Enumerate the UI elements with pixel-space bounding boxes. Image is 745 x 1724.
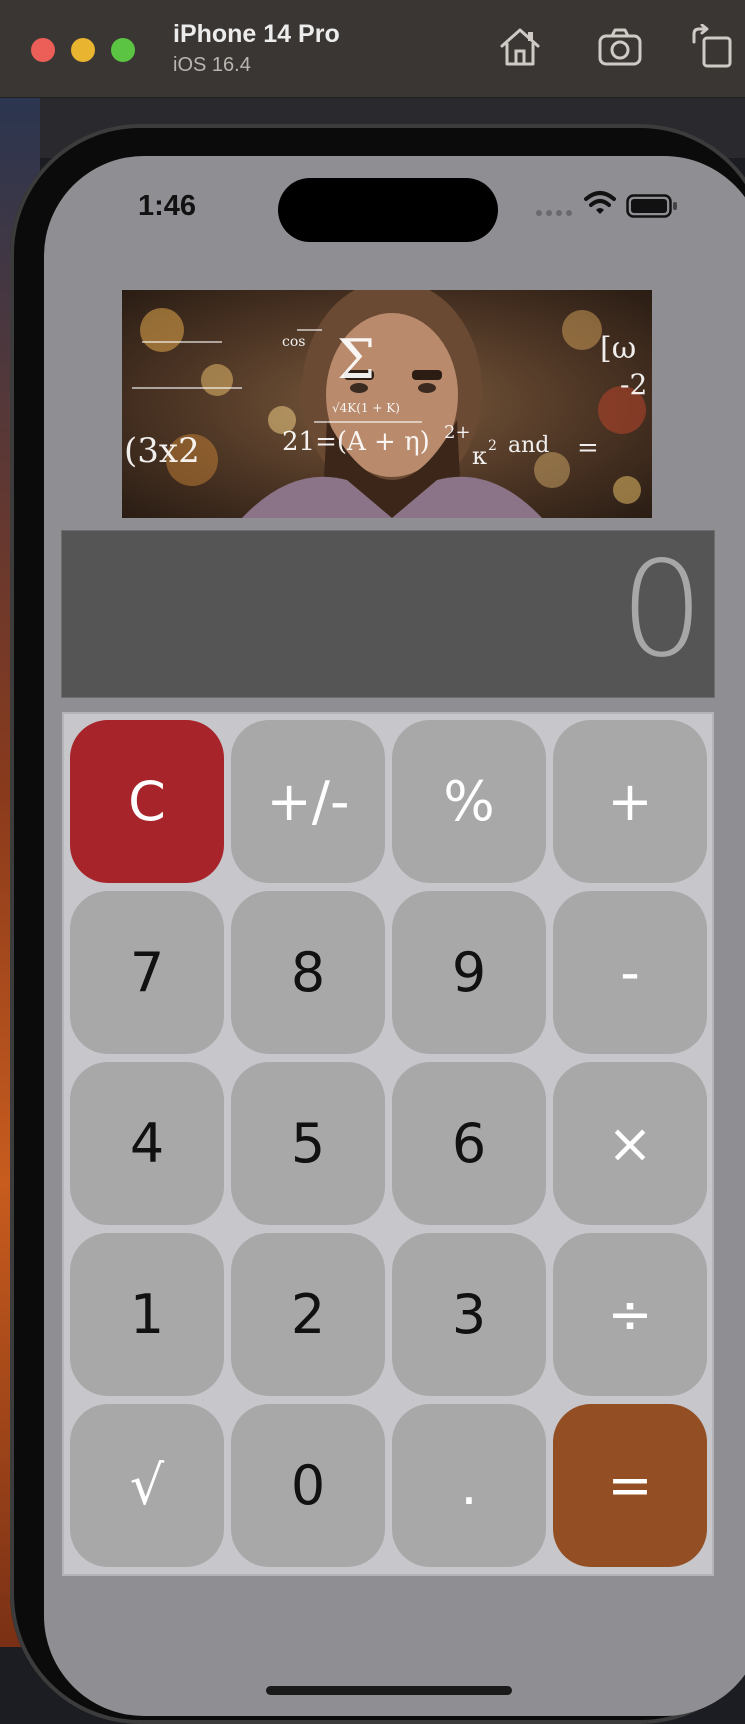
simulator-title-bar: iPhone 14 Pro iOS 16.4 <box>0 0 745 98</box>
digit-6-button[interactable]: 6 <box>392 1062 546 1225</box>
phone-screen: 1:46 Σ cos (3x2 21=(A + η) 2+ κ 2 and = … <box>44 156 745 1716</box>
screenshot-camera-icon <box>598 28 642 66</box>
minimize-window-button[interactable] <box>71 38 95 62</box>
sign-toggle-button[interactable]: +/- <box>231 720 385 883</box>
digit-8-button[interactable]: 8 <box>231 891 385 1054</box>
calculator-display: 0 <box>62 531 714 697</box>
formula-main: 21=(A + η) <box>282 427 430 457</box>
math-meme-image: Σ cos (3x2 21=(A + η) 2+ κ 2 and = [ω -2… <box>122 290 652 518</box>
equals-button[interactable]: = <box>553 1404 707 1567</box>
formula-kappa-exp: 2 <box>488 438 497 454</box>
formula-3x2: (3x2 <box>124 431 200 471</box>
status-time: 1:46 <box>138 190 197 222</box>
digit-2-button[interactable]: 2 <box>231 1233 385 1396</box>
zoom-window-button[interactable] <box>111 38 135 62</box>
header-image: Σ cos (3x2 21=(A + η) 2+ κ 2 and = [ω -2… <box>122 290 652 518</box>
percent-button[interactable]: % <box>392 720 546 883</box>
decimal-button[interactable]: . <box>392 1404 546 1567</box>
formula-kappa: κ <box>472 442 487 470</box>
home-icon <box>500 28 540 66</box>
formula-sigma: Σ <box>337 328 375 391</box>
subtract-button[interactable]: - <box>553 891 707 1054</box>
digit-1-button[interactable]: 1 <box>70 1233 224 1396</box>
rotate-button[interactable] <box>690 24 736 70</box>
dynamic-island <box>278 178 498 242</box>
clear-button[interactable]: C <box>70 720 224 883</box>
formula-exponent: 2+ <box>444 422 471 443</box>
square-root-button[interactable]: √ <box>70 1404 224 1567</box>
home-button[interactable] <box>497 24 543 70</box>
close-window-button[interactable] <box>31 38 55 62</box>
formula-root: √4K(1 + K) <box>332 401 400 415</box>
rotate-icon <box>692 24 732 68</box>
digit-0-button[interactable]: 0 <box>231 1404 385 1567</box>
digit-3-button[interactable]: 3 <box>392 1233 546 1396</box>
screenshot-button[interactable] <box>597 24 643 70</box>
formula-omega: [ω <box>600 331 636 366</box>
digit-4-button[interactable]: 4 <box>70 1062 224 1225</box>
formula-minus-two: -2 <box>620 368 647 401</box>
multiply-button[interactable]: × <box>553 1062 707 1225</box>
add-button[interactable]: + <box>553 720 707 883</box>
formula-cos: cos <box>282 334 305 350</box>
battery-icon <box>626 194 677 218</box>
os-version: iOS 16.4 <box>173 54 251 76</box>
display-value: 0 <box>620 533 704 687</box>
home-indicator[interactable] <box>266 1686 512 1695</box>
wifi-icon <box>584 191 616 214</box>
digit-7-button[interactable]: 7 <box>70 891 224 1054</box>
signal-icon <box>536 210 572 216</box>
formula-equals: = <box>577 433 599 463</box>
digit-9-button[interactable]: 9 <box>392 891 546 1054</box>
divide-button[interactable]: ÷ <box>553 1233 707 1396</box>
digit-5-button[interactable]: 5 <box>231 1062 385 1225</box>
formula-and: and <box>508 433 549 458</box>
keypad: C +/- % + 7 8 9 - 4 5 6 × 1 2 3 ÷ √ 0 . … <box>62 712 714 1576</box>
device-name: iPhone 14 Pro <box>173 20 340 48</box>
